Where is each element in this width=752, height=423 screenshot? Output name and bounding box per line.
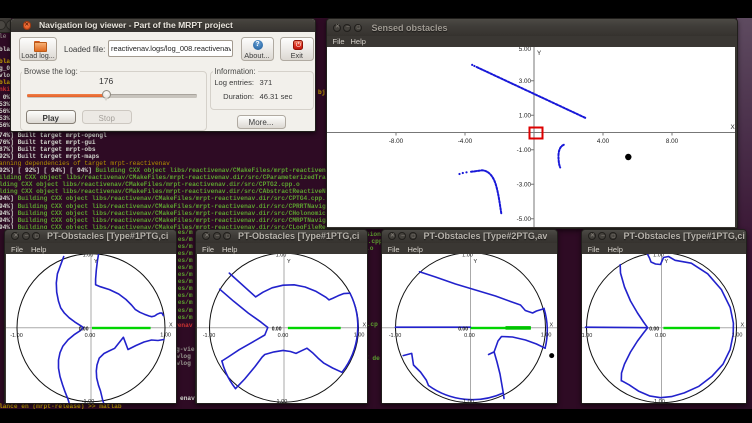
svg-text:1.00: 1.00 [732, 333, 743, 339]
svg-text:1.00: 1.00 [541, 333, 552, 339]
svg-text:-3.00: -3.00 [517, 182, 532, 189]
svg-text:-1.00: -1.00 [517, 147, 532, 154]
svg-text:Y: Y [287, 259, 291, 265]
svg-text:0.00: 0.00 [78, 327, 88, 333]
svg-text:-1.00: -1.00 [202, 333, 215, 339]
svg-text:-1.00: -1.00 [461, 399, 474, 403]
svg-text:1.00: 1.00 [462, 254, 473, 259]
svg-text:-4.00: -4.00 [458, 138, 473, 145]
svg-text:0.00: 0.00 [271, 327, 281, 333]
svg-text:0.00: 0.00 [458, 327, 468, 333]
svg-text:1.00: 1.00 [275, 254, 286, 259]
svg-text:1.00: 1.00 [519, 113, 532, 120]
svg-text:X: X [731, 124, 736, 131]
svg-text:-1.00: -1.00 [389, 333, 402, 339]
svg-text:X: X [741, 323, 745, 329]
svg-text:-5.00: -5.00 [517, 216, 532, 223]
svg-text:Y: Y [474, 259, 478, 265]
svg-text:8.00: 8.00 [666, 138, 679, 145]
svg-text:0.00: 0.00 [84, 333, 95, 339]
svg-text:0.00: 0.00 [655, 333, 666, 339]
svg-text:-1.00: -1.00 [81, 399, 94, 403]
svg-text:3.00: 3.00 [519, 78, 532, 85]
svg-text:-1.00: -1.00 [10, 333, 23, 339]
svg-text:-8.00: -8.00 [389, 138, 404, 145]
svg-text:1.00: 1.00 [82, 254, 93, 259]
svg-text:0.00: 0.00 [649, 327, 659, 333]
svg-text:-1.00: -1.00 [652, 399, 665, 403]
svg-text:0.00: 0.00 [277, 333, 288, 339]
svg-text:X: X [550, 323, 554, 329]
svg-text:Y: Y [94, 259, 98, 265]
svg-text:Y: Y [665, 259, 669, 265]
svg-text:-1.00: -1.00 [582, 333, 592, 339]
svg-text:-1.00: -1.00 [274, 399, 287, 403]
svg-text:1.00: 1.00 [353, 333, 364, 339]
svg-text:4.00: 4.00 [597, 138, 610, 145]
svg-text:5.00: 5.00 [519, 47, 532, 53]
svg-text:X: X [169, 323, 173, 329]
svg-text:0.00: 0.00 [464, 333, 475, 339]
svg-text:X: X [362, 323, 366, 329]
svg-text:Y: Y [537, 50, 542, 57]
svg-text:1.00: 1.00 [160, 333, 171, 339]
svg-text:1.00: 1.00 [653, 254, 664, 259]
